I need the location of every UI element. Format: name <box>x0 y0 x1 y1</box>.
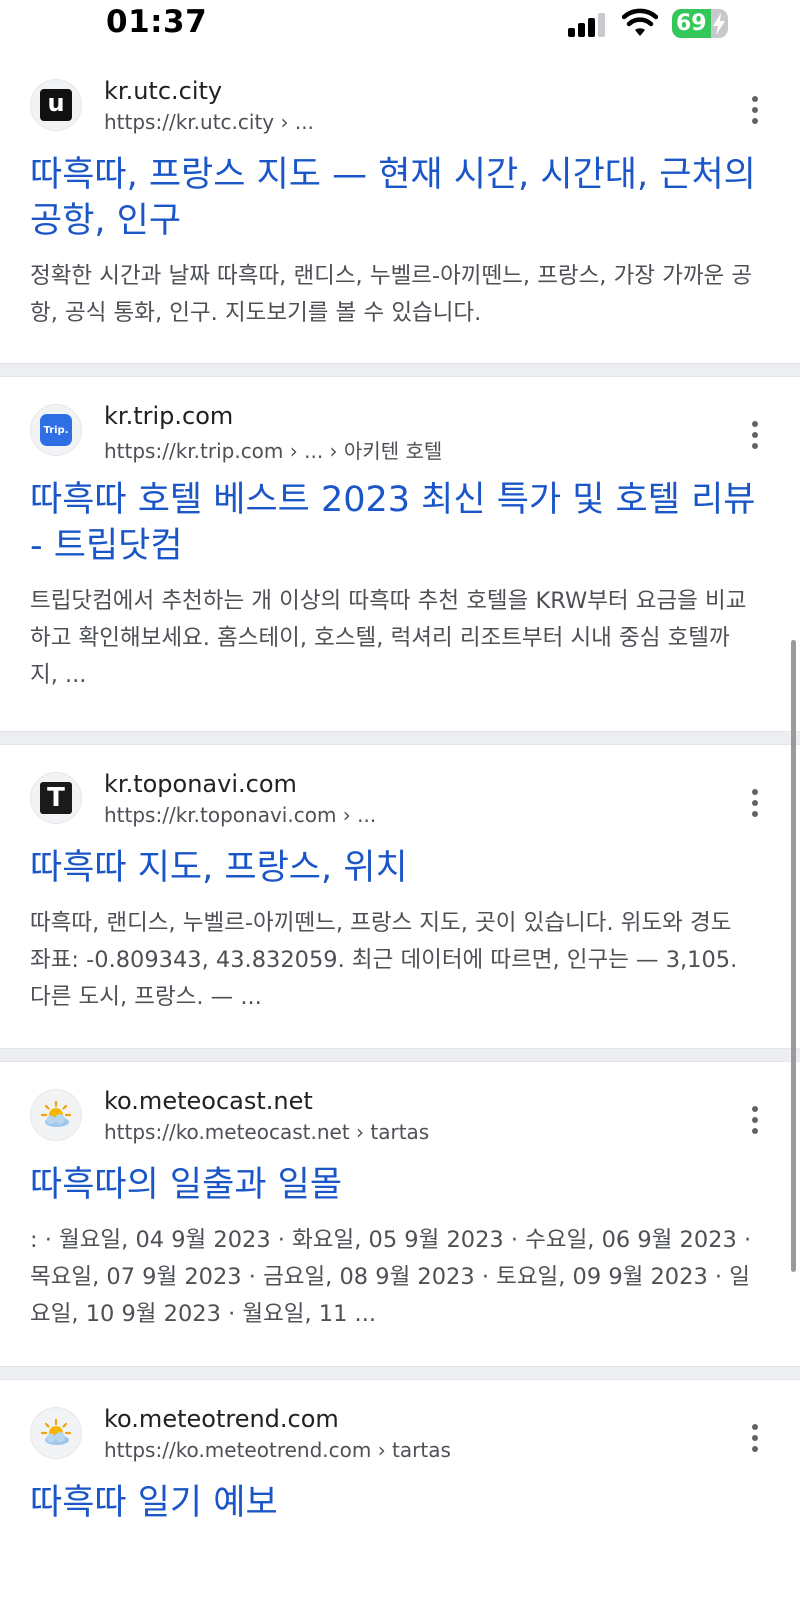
status-bar: 01:37 69 <box>0 0 800 52</box>
result-title-link[interactable]: 따흑따, 프랑스 지도 — 현재 시간, 시간대, 근처의 공항, 인구 <box>30 152 760 244</box>
result-source[interactable]: Trip. kr.trip.com https://kr.trip.com › … <box>0 377 800 463</box>
search-results: u kr.utc.city https://kr.utc.city › ... … <box>0 52 800 1610</box>
t-logo-icon: T <box>30 772 82 824</box>
cellular-signal-icon <box>568 11 608 37</box>
search-result: Trip. kr.trip.com https://kr.trip.com › … <box>0 377 800 731</box>
sun-cloud-graphic <box>40 1100 72 1127</box>
result-title-link[interactable]: 따흑따 지도, 프랑스, 위치 <box>30 845 760 891</box>
sun-cloud-graphic <box>40 1418 72 1445</box>
result-title-link[interactable]: 따흑따의 일출과 일몰 <box>30 1162 760 1208</box>
site-url: https://ko.meteotrend.com › tartas <box>104 1438 451 1462</box>
sun-cloud-icon <box>30 1407 82 1459</box>
more-options-icon[interactable] <box>750 96 760 124</box>
charging-bolt-icon <box>713 13 725 35</box>
sun-cloud-icon <box>30 1089 82 1141</box>
site-name: kr.utc.city <box>104 77 223 105</box>
result-snippet: 따흑따, 랜디스, 누벨르-아끼뗀느, 프랑스 지도, 곳이 있습니다. 위도와… <box>30 910 738 1010</box>
status-time: 01:37 <box>106 4 208 40</box>
wifi-icon <box>622 8 658 36</box>
trip-logo-icon: Trip. <box>30 404 82 456</box>
battery-icon: 69 <box>672 9 728 38</box>
site-name: ko.meteocast.net <box>104 1087 313 1115</box>
result-snippet: 정확한 시간과 날짜 따흑따, 랜디스, 누벨르-아끼뗀느, 프랑스, 가장 가… <box>30 263 753 326</box>
site-name: kr.trip.com <box>104 402 234 430</box>
favicon-letter: T <box>47 783 65 813</box>
search-result: ko.meteocast.net https://ko.meteocast.ne… <box>0 1062 800 1366</box>
site-url: https://ko.meteocast.net › tartas <box>104 1120 430 1144</box>
result-title-link[interactable]: 따흑따 호텔 베스트 2023 최신 특가 및 호텔 리뷰 - 트립닷컴 <box>30 477 760 569</box>
search-result: T kr.toponavi.com https://kr.toponavi.co… <box>0 745 800 1048</box>
favicon-text: Trip. <box>43 424 69 436</box>
result-source[interactable]: ko.meteotrend.com https://ko.meteotrend.… <box>0 1380 800 1462</box>
result-snippet: 트립닷컴에서 추천하는 개 이상의 따흑따 추천 호텔을 KRW부터 요금을 비… <box>30 588 747 688</box>
site-name: kr.toponavi.com <box>104 770 297 798</box>
search-result: u kr.utc.city https://kr.utc.city › ... … <box>0 52 800 363</box>
result-title-link[interactable]: 따흑따 일기 예보 <box>30 1480 760 1526</box>
result-divider <box>0 363 800 377</box>
more-options-icon[interactable] <box>750 789 760 817</box>
result-source[interactable]: u kr.utc.city https://kr.utc.city › ... <box>0 52 800 134</box>
search-result: ko.meteotrend.com https://ko.meteotrend.… <box>0 1380 800 1610</box>
u-logo-icon: u <box>30 79 82 131</box>
more-options-icon[interactable] <box>750 1106 760 1134</box>
more-options-icon[interactable] <box>750 421 760 449</box>
site-url: https://kr.trip.com › ... › 아키텐 호텔 <box>104 439 443 463</box>
battery-percent: 69 <box>676 11 707 36</box>
result-divider <box>0 1048 800 1062</box>
scrollbar[interactable] <box>791 640 796 1272</box>
site-name: ko.meteotrend.com <box>104 1405 339 1433</box>
result-divider <box>0 731 800 745</box>
site-url: https://kr.utc.city › ... <box>104 110 314 134</box>
result-source[interactable]: ko.meteocast.net https://ko.meteocast.ne… <box>0 1062 800 1144</box>
favicon-letter: u <box>47 89 65 117</box>
result-snippet: : · 월요일, 04 9월 2023 · 화요일, 05 9월 2023 · … <box>30 1227 752 1327</box>
result-divider <box>0 1366 800 1380</box>
result-source[interactable]: T kr.toponavi.com https://kr.toponavi.co… <box>0 745 800 827</box>
more-options-icon[interactable] <box>750 1424 760 1452</box>
site-url: https://kr.toponavi.com › ... <box>104 803 377 827</box>
